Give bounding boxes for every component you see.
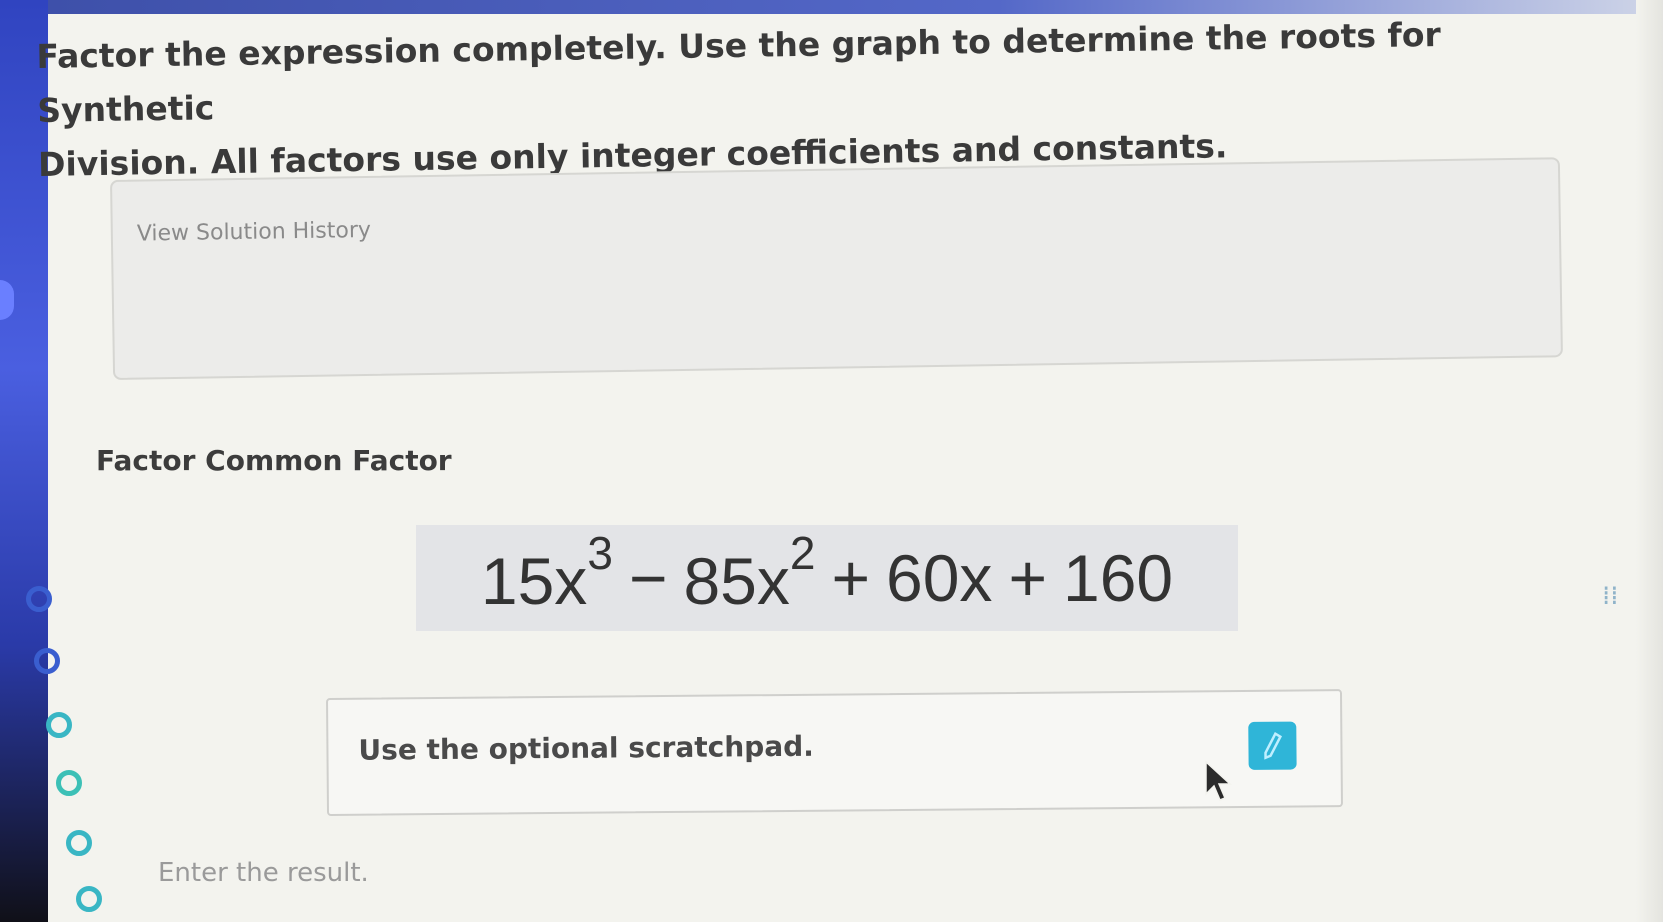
rail-gap bbox=[48, 560, 138, 922]
scratchpad-pencil-button[interactable] bbox=[1248, 721, 1297, 770]
term-3: 60x bbox=[886, 541, 993, 615]
scratchpad-label: Use the optional scratchpad. bbox=[358, 729, 814, 767]
mouse-cursor-icon bbox=[1205, 760, 1232, 801]
pencil-icon bbox=[1264, 731, 1283, 760]
solution-history-panel: View Solution History bbox=[110, 157, 1563, 380]
right-edge bbox=[1636, 0, 1663, 922]
term-2: 85x2 bbox=[683, 526, 816, 618]
term-1: 15x3 bbox=[480, 526, 613, 618]
operator-3: + bbox=[1008, 541, 1047, 615]
progress-step-1-icon[interactable] bbox=[26, 586, 52, 612]
operator-1: − bbox=[628, 541, 668, 615]
step-title: Factor Common Factor bbox=[96, 444, 452, 477]
expression-display: 15x3 − 85x2 + 60x + 160 bbox=[416, 525, 1238, 631]
term-4: 160 bbox=[1062, 541, 1174, 615]
view-solution-history-link[interactable]: View Solution History bbox=[137, 218, 371, 247]
operator-2: + bbox=[831, 541, 871, 615]
result-input-prompt[interactable]: Enter the result. bbox=[158, 858, 369, 888]
progress-step-5-icon[interactable] bbox=[66, 830, 92, 856]
progress-step-4-icon[interactable] bbox=[56, 770, 82, 796]
drag-handle-icon[interactable]: ⁞⁞ bbox=[1602, 583, 1619, 609]
progress-step-6-icon[interactable] bbox=[76, 886, 102, 912]
progress-step-2-icon[interactable] bbox=[34, 648, 60, 674]
progress-step-3-icon[interactable] bbox=[46, 712, 72, 738]
scratchpad-field[interactable]: Use the optional scratchpad. bbox=[326, 689, 1343, 816]
